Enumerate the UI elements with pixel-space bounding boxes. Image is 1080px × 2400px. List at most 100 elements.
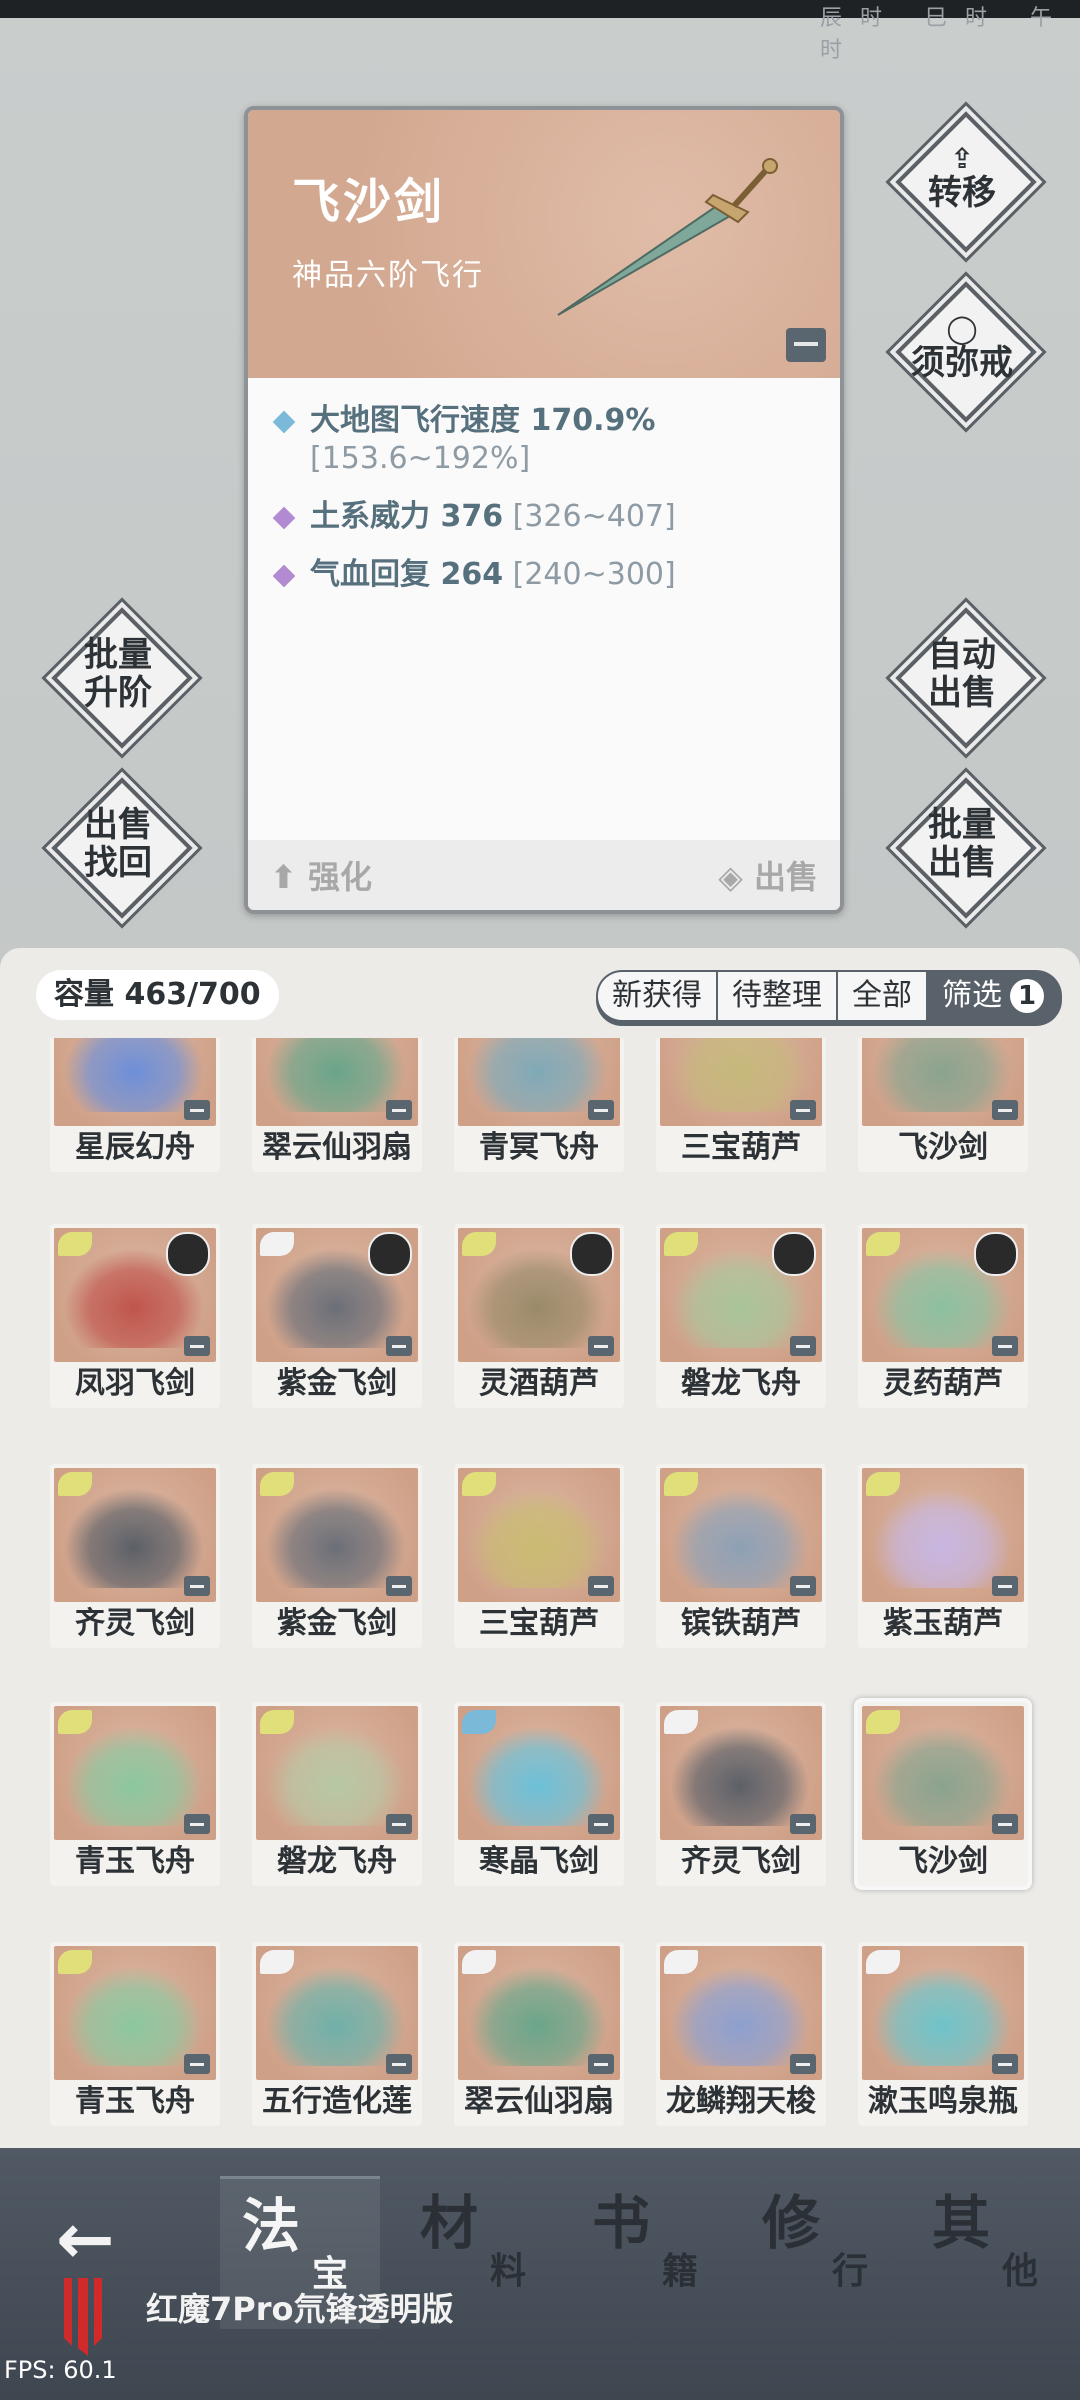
batch-upgrade-button[interactable]: 批量 升阶: [51, 607, 193, 749]
tab-materials-big: 材: [420, 2189, 479, 2257]
inventory-item[interactable]: 青玉飞舟: [50, 1702, 220, 1886]
inventory-item[interactable]: 五行造化莲: [252, 1942, 422, 2126]
red-magic-logo-icon: [64, 2278, 102, 2356]
tab-cultivation-small: 行: [832, 2251, 869, 2292]
item-name-label: 磐龙飞舟: [681, 1366, 801, 1401]
item-name: 飞沙剑: [292, 174, 446, 230]
tab-other[interactable]: 其 他: [910, 2176, 1070, 2326]
item-thumbnail: [458, 1706, 620, 1840]
storage-icon[interactable]: [786, 328, 826, 362]
auto-sell-label-1: 自动: [928, 635, 996, 675]
storage-icon: [184, 2054, 210, 2074]
storage-icon: [588, 2054, 614, 2074]
inventory-item[interactable]: 齐灵飞剑: [50, 1464, 220, 1648]
tab-pending[interactable]: 待整理: [718, 972, 836, 1020]
item-art: [64, 1038, 204, 1112]
wing-icon: [664, 1710, 698, 1734]
item-name-label: 飞沙剑: [898, 1130, 988, 1165]
item-name-label: 紫金飞剑: [277, 1366, 397, 1401]
inventory-item[interactable]: 青玉飞舟: [50, 1942, 220, 2126]
tab-new[interactable]: 新获得: [598, 972, 716, 1020]
upgrade-label: 强化: [307, 858, 372, 896]
inventory-item[interactable]: 紫金飞剑: [252, 1224, 422, 1408]
tab-cultivation[interactable]: 修 行: [740, 2176, 900, 2326]
upload-icon: ⇪: [950, 142, 974, 175]
item-grade: 神品六阶飞行: [292, 258, 484, 293]
storage-icon: [184, 1100, 210, 1120]
item-art: [670, 1966, 810, 2066]
inventory-item[interactable]: 寒晶飞剑: [454, 1702, 624, 1886]
storage-icon: [386, 1576, 412, 1596]
batch-upgrade-label-1: 批量: [84, 635, 152, 675]
transfer-button[interactable]: ⇪ 转移: [895, 111, 1037, 253]
auto-sell-button[interactable]: 自动 出售: [895, 607, 1037, 749]
back-arrow-icon[interactable]: ←: [56, 2198, 136, 2280]
sell-recover-label-1: 出售: [84, 805, 152, 845]
tab-books[interactable]: 书 籍: [570, 2176, 730, 2326]
storage-icon: [992, 1100, 1018, 1120]
inventory-item[interactable]: 三宝葫芦: [656, 1038, 826, 1172]
ring-storage-button[interactable]: ◯ 须弥戒: [895, 281, 1037, 423]
sell-recover-button[interactable]: 出售 找回: [51, 777, 193, 919]
batch-sell-button[interactable]: 批量 出售: [895, 777, 1037, 919]
item-detail-header: 飞沙剑 神品六阶飞行: [248, 110, 840, 378]
inventory-item[interactable]: 镔铁葫芦: [656, 1464, 826, 1648]
inventory-item[interactable]: 龙鳞翔天梭: [656, 1942, 826, 2126]
inventory-item[interactable]: 飞沙剑: [858, 1038, 1028, 1172]
inventory-item[interactable]: 灵酒葫芦: [454, 1224, 624, 1408]
filter-button[interactable]: 筛选 1: [928, 972, 1058, 1020]
inventory-item[interactable]: 磐龙飞舟: [656, 1224, 826, 1408]
item-art: [872, 1966, 1012, 2066]
wing-icon: [866, 1472, 900, 1496]
item-art: [872, 1726, 1012, 1826]
inventory-item[interactable]: 齐灵飞剑: [656, 1702, 826, 1886]
wing-icon: [462, 1472, 496, 1496]
item-name-label: 寒晶飞剑: [479, 1844, 599, 1879]
owner-avatar: [974, 1232, 1018, 1276]
inventory-item[interactable]: 紫玉葫芦: [858, 1464, 1028, 1648]
sell-recover-label-2: 找回: [84, 843, 152, 883]
tab-all[interactable]: 全部: [838, 972, 926, 1020]
wing-icon: [58, 1472, 92, 1496]
item-name-label: 翠云仙羽扇: [464, 2084, 614, 2119]
stats-list: 大地图飞行速度 170.9% [153.6~192%] 土系威力 376 [32…: [268, 402, 828, 614]
inventory-item[interactable]: 青冥飞舟: [454, 1038, 624, 1172]
item-thumbnail: [256, 1038, 418, 1126]
filter-label: 筛选: [942, 978, 1002, 1013]
inventory-item[interactable]: 飞沙剑: [858, 1702, 1028, 1886]
upgrade-button[interactable]: ⬆ 强化: [270, 852, 372, 898]
item-detail-card: 飞沙剑 神品六阶飞行 大地图飞行速度 170.9% [153.6~192%] 土…: [244, 106, 844, 914]
owner-avatar: [166, 1232, 210, 1276]
inventory-item[interactable]: 三宝葫芦: [454, 1464, 624, 1648]
item-name-label: 灵药葫芦: [883, 1366, 1003, 1401]
inventory-item[interactable]: 紫金飞剑: [252, 1464, 422, 1648]
owner-avatar: [570, 1232, 614, 1276]
stat-row: 土系威力 376 [326~407]: [268, 498, 828, 536]
inventory-item[interactable]: 漱玉鸣泉瓶: [858, 1942, 1028, 2126]
item-name-label: 紫金飞剑: [277, 1606, 397, 1641]
ring-label: 须弥戒: [911, 343, 1013, 383]
wing-icon: [260, 1950, 294, 1974]
storage-icon: [790, 1336, 816, 1356]
inventory-item[interactable]: 星辰幻舟: [50, 1038, 220, 1172]
inventory-item[interactable]: 翠云仙羽扇: [454, 1942, 624, 2126]
item-thumbnail: [660, 1706, 822, 1840]
coin-icon: ◈: [718, 858, 743, 896]
stat-range: [153.6~192%]: [310, 441, 531, 476]
inventory-item[interactable]: 翠云仙羽扇: [252, 1038, 422, 1172]
sell-button[interactable]: ◈ 出售: [718, 852, 818, 898]
storage-icon: [184, 1336, 210, 1356]
inventory-item[interactable]: 凤羽飞剑: [50, 1224, 220, 1408]
item-art: [468, 1488, 608, 1588]
item-art: [670, 1488, 810, 1588]
item-name-label: 翠云仙羽扇: [262, 1130, 412, 1165]
inventory-item[interactable]: 磐龙飞舟: [252, 1702, 422, 1886]
item-art: [872, 1038, 1012, 1112]
item-art: [64, 1488, 204, 1588]
wing-icon: [866, 1710, 900, 1734]
storage-icon: [790, 1576, 816, 1596]
tab-books-big: 书: [592, 2189, 651, 2257]
storage-icon: [992, 1336, 1018, 1356]
inventory-item[interactable]: 灵药葫芦: [858, 1224, 1028, 1408]
stat-name: 气血回复 264: [310, 557, 504, 592]
